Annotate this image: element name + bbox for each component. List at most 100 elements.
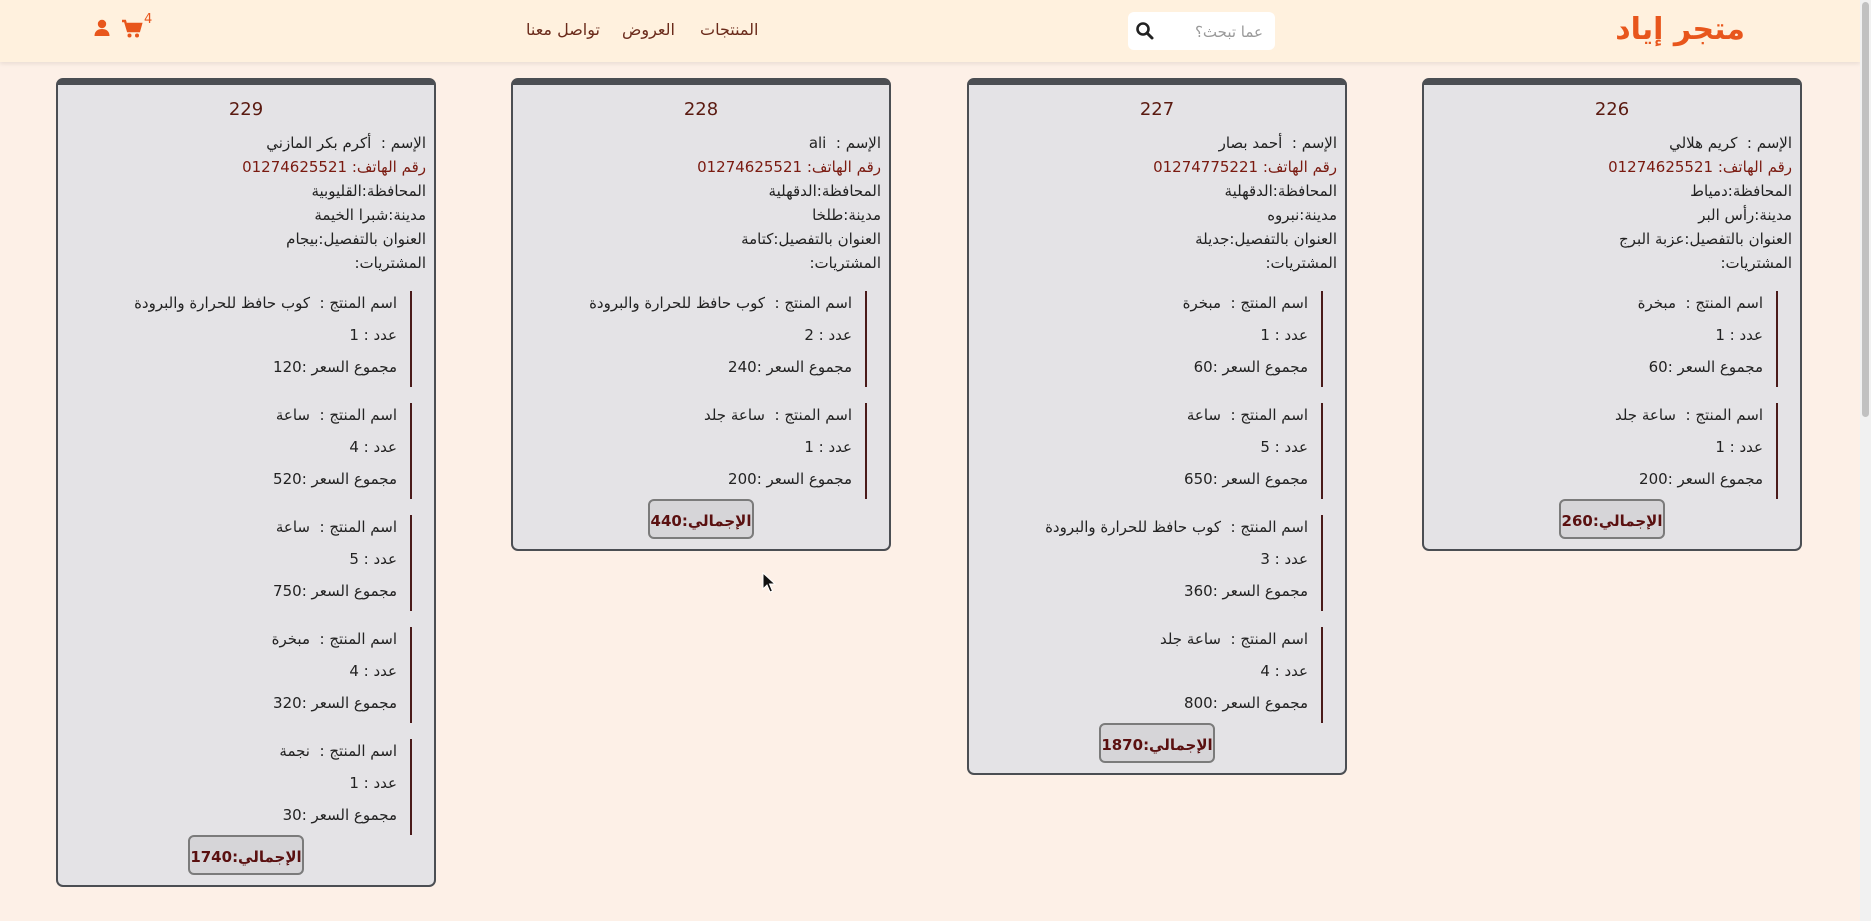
product-price: مجموع السعر :30 [282, 806, 397, 824]
search-box [1128, 12, 1275, 52]
customer-name: الإسم : أحمد بصار [1218, 134, 1337, 152]
product-qty: عدد : 1 [804, 438, 852, 456]
order-total-button[interactable]: الإجمالي:260 [1559, 499, 1665, 539]
order-card: 226 الإسم : كريم هلالي رقم الهاتف: 0127462… [1422, 78, 1802, 551]
product-price: مجموع السعر :120 [273, 358, 397, 376]
product-qty: عدد : 4 [349, 438, 397, 456]
cart-count-badge: 4 [144, 12, 153, 27]
order-total-button[interactable]: الإجمالي:1870 [1099, 723, 1215, 763]
product-qty: عدد : 5 [1260, 438, 1308, 456]
customer-city: مدينة:نبروه [1267, 206, 1337, 224]
purchase-item: اسم المنتج : مبخرة عدد : 1 مجموع السعر :60 [1183, 291, 1323, 387]
customer-info: الإسم : ali رقم الهاتف: 01274625521 المحاف… [697, 131, 881, 251]
customer-info: الإسم : كريم هلالي رقم الهاتف: 0127462552… [1608, 131, 1792, 251]
product-name: اسم المنتج : ساعة [275, 406, 397, 424]
order-number: 229 [228, 99, 264, 120]
nav-offers[interactable]: العروض [622, 20, 675, 39]
product-price: مجموع السعر :800 [1184, 694, 1308, 712]
purchase-item: اسم المنتج : كوب حافظ للحرارة والبرودة عد… [589, 291, 867, 387]
customer-phone: رقم الهاتف: 01274625521 [697, 158, 881, 176]
purchase-item: اسم المنتج : نجمة عدد : 1 مجموع السعر :30 [279, 739, 412, 835]
product-price: مجموع السعر :60 [1193, 358, 1308, 376]
customer-phone: رقم الهاتف: 01274625521 [1608, 158, 1792, 176]
order-card: 228 الإسم : ali رقم الهاتف: 01274625521 الم… [511, 78, 891, 551]
product-qty: عدد : 5 [349, 550, 397, 568]
product-name: اسم المنتج : مبخرة [1637, 294, 1763, 312]
product-price: مجموع السعر :750 [273, 582, 397, 600]
customer-governorate: المحافظة:الدقهلية [768, 182, 881, 200]
customer-name: الإسم : أكرم بكر المازني [266, 134, 426, 152]
purchase-item: اسم المنتج : كوب حافظ للحرارة والبرودة عد… [134, 291, 412, 387]
product-price: مجموع السعر :60 [1648, 358, 1763, 376]
order-number: 227 [1139, 99, 1175, 120]
product-name: اسم المنتج : ساعة جلد [1614, 406, 1763, 424]
product-qty: عدد : 1 [349, 326, 397, 344]
purchases-label: المشتريات: [809, 254, 881, 272]
product-price: مجموع السعر :320 [273, 694, 397, 712]
customer-phone: رقم الهاتف: 01274625521 [242, 158, 426, 176]
purchase-item: اسم المنتج : كوب حافظ للحرارة والبرودة عد… [1045, 515, 1323, 611]
product-price: مجموع السعر :200 [728, 470, 852, 488]
order-total-button[interactable]: الإجمالي:1740 [188, 835, 304, 875]
order-card: 229 الإسم : أكرم بكر المازني رقم الهاتف: 0… [56, 78, 436, 887]
customer-phone: رقم الهاتف: 01274775221 [1153, 158, 1337, 176]
product-price: مجموع السعر :650 [1184, 470, 1308, 488]
product-qty: عدد : 1 [1715, 326, 1763, 344]
product-qty: عدد : 1 [1260, 326, 1308, 344]
product-price: مجموع السعر :200 [1639, 470, 1763, 488]
product-name: اسم المنتج : كوب حافظ للحرارة والبرودة [134, 294, 397, 312]
customer-address: العنوان بالتفصيل:جديلة [1195, 230, 1337, 248]
product-name: اسم المنتج : ساعة [275, 518, 397, 536]
purchase-item: اسم المنتج : مبخرة عدد : 4 مجموع السعر :32… [272, 627, 412, 723]
customer-address: العنوان بالتفصيل:عزبة البرج [1618, 230, 1792, 248]
customer-address: العنوان بالتفصيل:كتامة [741, 230, 881, 248]
product-qty: عدد : 4 [1260, 662, 1308, 680]
product-name: اسم المنتج : مبخرة [271, 630, 397, 648]
customer-info: الإسم : أحمد بصار رقم الهاتف: 01274775221… [1153, 131, 1337, 251]
purchases-label: المشتريات: [354, 254, 426, 272]
customer-city: مدينة:طلخا [812, 206, 881, 224]
product-name: اسم المنتج : نجمة [279, 742, 397, 760]
product-qty: عدد : 2 [804, 326, 852, 344]
order-total-button[interactable]: الإجمالي:440 [648, 499, 754, 539]
product-qty: عدد : 3 [1260, 550, 1308, 568]
purchases-label: المشتريات: [1265, 254, 1337, 272]
product-qty: عدد : 1 [1715, 438, 1763, 456]
product-name: اسم المنتج : مبخرة [1182, 294, 1308, 312]
search-input[interactable] [1161, 12, 1265, 52]
product-name: اسم المنتج : ساعة جلد [1159, 630, 1308, 648]
customer-address: العنوان بالتفصيل:بيجام [286, 230, 426, 248]
user-icon[interactable] [94, 19, 110, 37]
product-name: اسم المنتج : ساعة جلد [703, 406, 852, 424]
purchase-item: اسم المنتج : ساعة عدد : 5 مجموع السعر :650 [1184, 403, 1323, 499]
customer-governorate: المحافظة:دمياط [1690, 182, 1792, 200]
nav-products[interactable]: المنتجات [700, 20, 759, 39]
search-icon[interactable] [1135, 21, 1155, 41]
customer-name: الإسم : ali [808, 134, 881, 152]
order-number: 226 [1594, 99, 1630, 120]
product-name: اسم المنتج : كوب حافظ للحرارة والبرودة [1045, 518, 1308, 536]
store-logo[interactable]: متجر إياد [1615, 12, 1746, 47]
product-price: مجموع السعر :520 [273, 470, 397, 488]
product-name: اسم المنتج : ساعة [1186, 406, 1308, 424]
customer-city: مدينة:رأس البر [1698, 206, 1792, 224]
customer-info: الإسم : أكرم بكر المازني رقم الهاتف: 0127… [242, 131, 426, 251]
top-navbar: متجر إياد المنتجات العروض تواصل معنا 4 [0, 0, 1860, 62]
nav-contact[interactable]: تواصل معنا [526, 20, 600, 39]
customer-governorate: المحافظة:القليوبية [311, 182, 426, 200]
purchase-item: اسم المنتج : ساعة جلد عدد : 1 مجموع السعر … [704, 403, 867, 499]
product-qty: عدد : 4 [349, 662, 397, 680]
page-scrollbar[interactable] [1860, 0, 1871, 921]
product-price: مجموع السعر :240 [728, 358, 852, 376]
purchase-item: اسم المنتج : مبخرة عدد : 1 مجموع السعر :60 [1638, 291, 1778, 387]
mouse-cursor-icon [762, 572, 776, 593]
cart-icon[interactable] [121, 19, 143, 39]
product-name: اسم المنتج : كوب حافظ للحرارة والبرودة [589, 294, 852, 312]
product-qty: عدد : 1 [349, 774, 397, 792]
order-card: 227 الإسم : أحمد بصار رقم الهاتف: 01274775… [967, 78, 1347, 775]
purchase-item: اسم المنتج : ساعة جلد عدد : 1 مجموع السعر … [1615, 403, 1778, 499]
purchase-item: اسم المنتج : ساعة عدد : 4 مجموع السعر :520 [273, 403, 412, 499]
customer-name: الإسم : كريم هلالي [1669, 134, 1792, 152]
scrollbar-thumb[interactable] [1862, 2, 1869, 417]
purchase-item: اسم المنتج : ساعة جلد عدد : 4 مجموع السعر … [1160, 627, 1323, 723]
